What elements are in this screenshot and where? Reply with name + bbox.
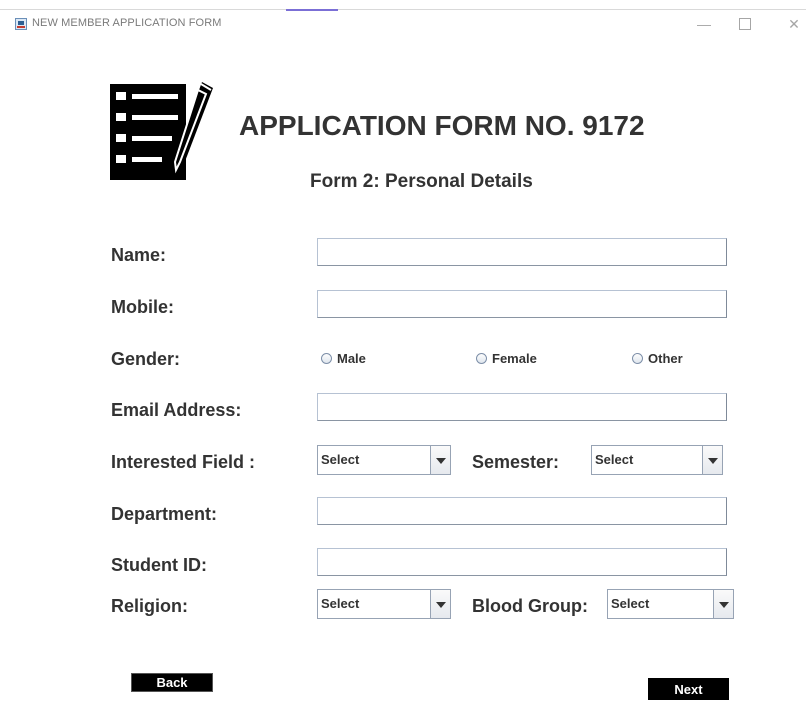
religion-select[interactable]: Select	[317, 589, 451, 619]
divider	[0, 9, 286, 10]
gender-other-radio[interactable]: Other	[632, 349, 683, 367]
radio-circle-icon	[321, 352, 332, 364]
active-tab-indicator	[286, 9, 338, 11]
top-strip	[0, 0, 806, 11]
minimize-button[interactable]: —	[692, 14, 716, 34]
next-button[interactable]: Next	[648, 678, 729, 700]
select-value: Select	[321, 452, 360, 467]
select-value: Select	[611, 596, 650, 611]
form-title: APPLICATION FORM NO. 9172	[239, 110, 645, 141]
select-value: Select	[595, 452, 634, 467]
interested-field-select[interactable]: Select	[317, 445, 451, 475]
dropdown-arrow-icon[interactable]	[430, 446, 450, 474]
radio-circle-icon	[632, 352, 643, 364]
blood-group-select[interactable]: Select	[607, 589, 734, 619]
semester-select[interactable]: Select	[591, 445, 723, 475]
interested-field-label: Interested Field :	[111, 452, 256, 472]
gender-option-label: Female	[492, 350, 537, 366]
close-button[interactable]: ✕	[782, 14, 806, 34]
gender-label: Gender:	[111, 349, 181, 369]
maximize-icon	[739, 18, 751, 31]
name-label: Name:	[111, 245, 167, 265]
gender-male-radio[interactable]: Male	[321, 349, 366, 367]
name-input[interactable]	[317, 238, 727, 266]
select-value: Select	[321, 596, 360, 611]
mobile-input[interactable]	[317, 290, 727, 318]
email-label: Email Address:	[111, 400, 242, 420]
divider	[338, 9, 806, 10]
form-checklist-pencil-icon	[110, 82, 213, 180]
dropdown-arrow-icon[interactable]	[430, 590, 450, 618]
student-id-input[interactable]	[317, 548, 727, 576]
java-app-icon	[15, 18, 27, 30]
form-subtitle: Form 2: Personal Details	[310, 171, 533, 192]
department-input[interactable]	[317, 497, 727, 525]
religion-label: Religion:	[111, 596, 188, 616]
gender-option-label: Male	[337, 350, 366, 366]
dropdown-arrow-icon[interactable]	[713, 590, 733, 618]
dropdown-arrow-icon[interactable]	[702, 446, 722, 474]
blood-group-label: Blood Group:	[472, 596, 588, 616]
student-id-label: Student ID:	[111, 555, 207, 575]
semester-label: Semester:	[472, 452, 560, 472]
gender-female-radio[interactable]: Female	[476, 349, 537, 367]
window-titlebar: NEW MEMBER APPLICATION FORM — ✕	[0, 12, 806, 36]
email-input[interactable]	[317, 393, 727, 421]
department-label: Department:	[111, 504, 218, 524]
window-title: NEW MEMBER APPLICATION FORM	[32, 17, 222, 29]
gender-option-label: Other	[648, 350, 683, 366]
maximize-button[interactable]	[733, 14, 757, 34]
mobile-label: Mobile:	[111, 297, 174, 317]
back-button[interactable]: Back	[131, 673, 213, 692]
radio-circle-icon	[476, 352, 487, 364]
